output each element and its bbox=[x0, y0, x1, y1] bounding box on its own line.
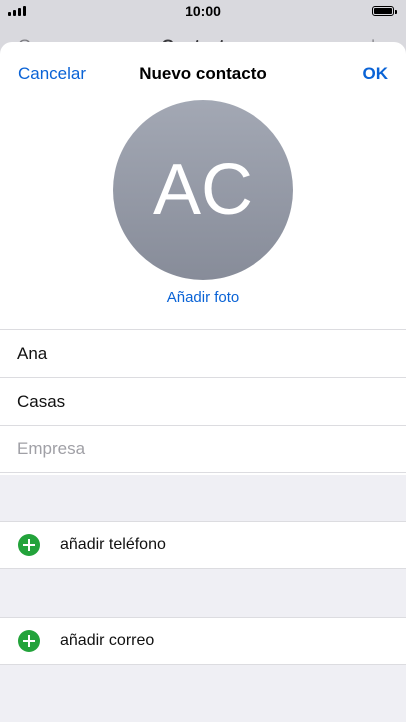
add-email-row[interactable]: añadir correo bbox=[0, 617, 406, 665]
new-contact-sheet: Cancelar Nuevo contacto OK AC Añadir fot… bbox=[0, 42, 406, 722]
avatar-initials: AC bbox=[152, 150, 254, 230]
section-separator bbox=[0, 665, 406, 722]
add-phone-plus-icon[interactable] bbox=[18, 534, 40, 556]
sheet-nav-bar: Cancelar Nuevo contacto OK bbox=[0, 42, 406, 106]
name-fields: Ana Casas Empresa bbox=[0, 329, 406, 473]
add-phone-row[interactable]: añadir teléfono bbox=[0, 521, 406, 569]
add-photo-button[interactable]: Añadir foto bbox=[0, 289, 406, 306]
add-email-plus-icon[interactable] bbox=[18, 630, 40, 652]
page-title: Nuevo contacto bbox=[139, 64, 267, 83]
avatar[interactable]: AC bbox=[113, 100, 293, 280]
last-name-field[interactable]: Casas bbox=[0, 377, 406, 425]
section-separator bbox=[0, 569, 406, 617]
add-email-label: añadir correo bbox=[60, 632, 155, 649]
ok-button[interactable]: OK bbox=[363, 64, 389, 84]
battery-icon bbox=[372, 6, 397, 16]
signal-icon bbox=[8, 6, 26, 16]
status-time: 10:00 bbox=[185, 3, 221, 19]
status-bar: 10:00 bbox=[0, 0, 406, 22]
add-phone-label: añadir teléfono bbox=[60, 536, 166, 553]
company-field[interactable]: Empresa bbox=[0, 425, 406, 473]
section-separator bbox=[0, 475, 406, 521]
first-name-field[interactable]: Ana bbox=[0, 329, 406, 377]
